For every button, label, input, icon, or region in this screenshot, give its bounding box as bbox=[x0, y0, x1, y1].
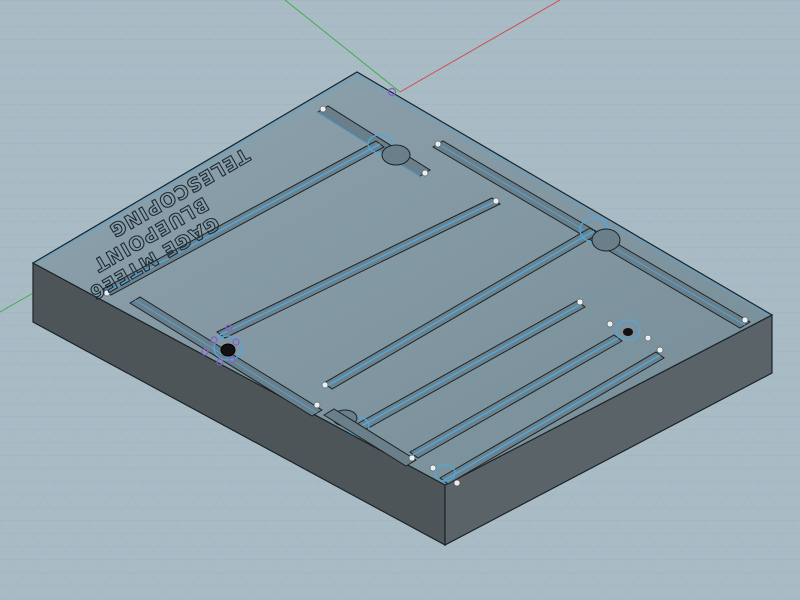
rod-5-pin-b bbox=[644, 334, 652, 342]
rod-4-end-pin bbox=[576, 298, 584, 306]
cad-canvas[interactable]: TELESCOPING BLUEPOINT GAGE MTEE6 bbox=[0, 0, 800, 600]
rod-6-pin-b bbox=[453, 479, 461, 487]
slot-1-pin-b bbox=[421, 169, 429, 177]
rod-6-pin-a bbox=[429, 464, 437, 472]
rod-3-end-pin bbox=[321, 381, 329, 389]
rod-2-end-pin bbox=[492, 197, 500, 205]
slot-3-pin bbox=[313, 401, 321, 409]
slot-4-pin bbox=[408, 454, 416, 462]
slot-1-pin-a bbox=[319, 105, 327, 113]
rod-5-pin-a bbox=[606, 320, 614, 328]
slot-2-pin-a bbox=[434, 140, 442, 148]
slot-2-pin-b bbox=[741, 316, 749, 324]
cad-viewport[interactable]: TELESCOPING BLUEPOINT GAGE MTEE6 bbox=[0, 0, 800, 600]
rod-6-end-pin bbox=[656, 346, 664, 354]
